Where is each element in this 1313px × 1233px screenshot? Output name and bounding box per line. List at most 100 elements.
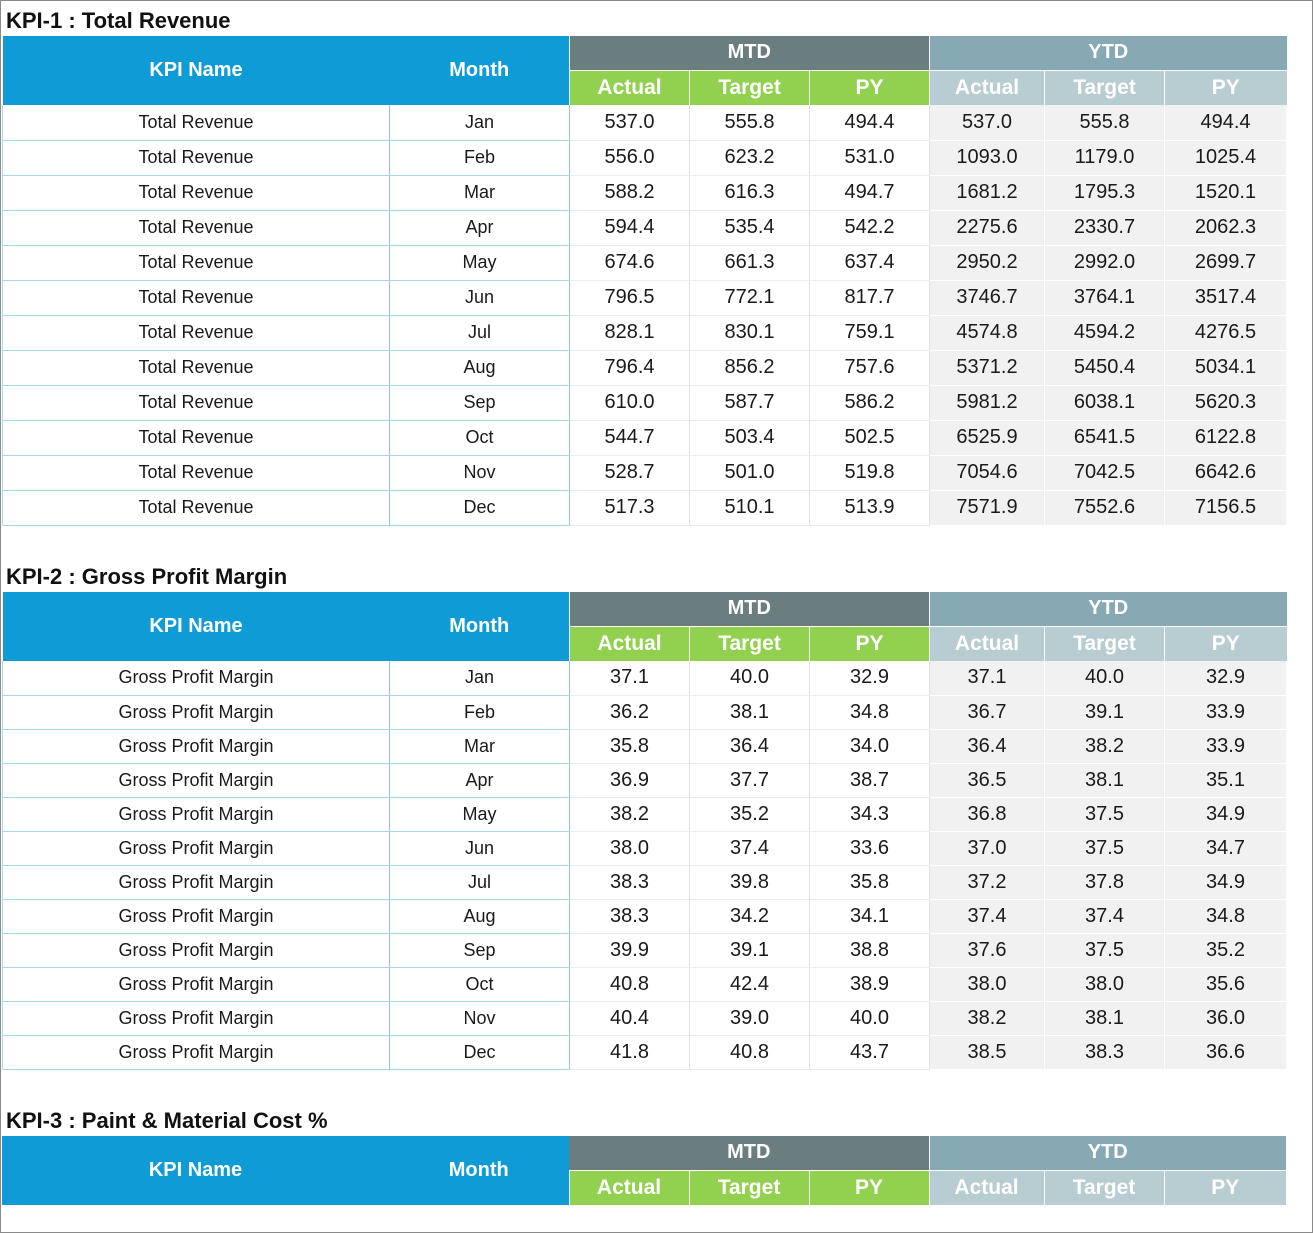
kpi1-title: KPI-1 : Total Revenue bbox=[6, 8, 231, 33]
ytd-actual-header: Actual bbox=[928, 1170, 1044, 1205]
ytd-target-cell: 38.1 bbox=[1044, 763, 1165, 798]
kpi-name-cell: Gross Profit Margin bbox=[2, 797, 390, 832]
mtd-target-cell: 772.1 bbox=[689, 280, 810, 316]
mtd-py-cell: 502.5 bbox=[809, 420, 930, 456]
ytd-py-cell: 2062.3 bbox=[1164, 210, 1287, 246]
ytd-py-cell: 34.8 bbox=[1164, 899, 1287, 934]
mtd-target-cell: 37.4 bbox=[689, 831, 810, 866]
ytd-target-cell: 39.1 bbox=[1044, 695, 1165, 730]
ytd-actual-cell: 36.4 bbox=[929, 729, 1045, 764]
ytd-actual-header: Actual bbox=[929, 626, 1045, 661]
month-cell: Feb bbox=[389, 695, 570, 730]
kpi-name-cell: Total Revenue bbox=[2, 315, 390, 351]
ytd-actual-cell: 4574.8 bbox=[929, 315, 1045, 351]
mtd-py-cell: 542.2 bbox=[809, 210, 930, 246]
mtd-actual-cell: 796.5 bbox=[569, 280, 690, 316]
mtd-py-header: PY bbox=[809, 70, 930, 105]
mtd-actual-cell: 828.1 bbox=[569, 315, 690, 351]
month-cell: Jan bbox=[389, 105, 570, 141]
ytd-py-cell: 34.7 bbox=[1164, 831, 1287, 866]
kpi-name-cell: Total Revenue bbox=[2, 420, 390, 456]
month-cell: Nov bbox=[389, 455, 570, 491]
ytd-py-cell: 36.6 bbox=[1164, 1035, 1287, 1070]
table-row: Gross Profit Margin Mar 35.8 36.4 34.0 36.4 38… bbox=[2, 729, 1287, 764]
kpi2-table: KPI Name Month MTD YTD Actual Target PY … bbox=[2, 592, 1287, 1070]
mtd-actual-header: Actual bbox=[569, 626, 690, 661]
ytd-header: YTD bbox=[929, 36, 1287, 71]
ytd-target-cell: 555.8 bbox=[1044, 105, 1165, 141]
kpi-name-cell: Gross Profit Margin bbox=[2, 831, 390, 866]
mtd-actual-cell: 588.2 bbox=[569, 175, 690, 211]
ytd-actual-cell: 38.5 bbox=[929, 1035, 1045, 1070]
mtd-actual-cell: 40.4 bbox=[569, 1001, 690, 1036]
table-row: Total Revenue Oct 544.7 503.4 502.5 6525.9 654… bbox=[2, 420, 1287, 456]
kpi-name-cell: Total Revenue bbox=[2, 210, 390, 246]
mtd-target-cell: 40.0 bbox=[689, 661, 810, 696]
ytd-target-cell: 38.2 bbox=[1044, 729, 1165, 764]
month-cell: May bbox=[389, 797, 570, 832]
ytd-target-cell: 5450.4 bbox=[1044, 350, 1165, 386]
ytd-py-cell: 6122.8 bbox=[1164, 420, 1287, 456]
kpi-name-cell: Total Revenue bbox=[2, 490, 390, 526]
kpi-name-header: KPI Name bbox=[2, 36, 390, 105]
ytd-py-cell: 35.2 bbox=[1164, 933, 1287, 968]
ytd-actual-cell: 537.0 bbox=[929, 105, 1045, 141]
table-row: Total Revenue Apr 594.4 535.4 542.2 2275.6 233… bbox=[2, 210, 1287, 246]
kpi-name-cell: Total Revenue bbox=[2, 245, 390, 281]
table-row: Total Revenue Mar 588.2 616.3 494.7 1681.2 179… bbox=[2, 175, 1287, 211]
mtd-target-cell: 856.2 bbox=[689, 350, 810, 386]
mtd-actual-cell: 36.9 bbox=[569, 763, 690, 798]
table-row: Total Revenue May 674.6 661.3 637.4 2950.2 299… bbox=[2, 245, 1287, 281]
kpi-name-cell: Gross Profit Margin bbox=[2, 1035, 390, 1070]
kpi2-section: KPI-2 : Gross Profit Margin KPI Name Mon… bbox=[2, 558, 1287, 1070]
mtd-py-cell: 38.7 bbox=[809, 763, 930, 798]
kpi-name-cell: Total Revenue bbox=[2, 280, 390, 316]
mtd-target-cell: 616.3 bbox=[689, 175, 810, 211]
table-row: Total Revenue Nov 528.7 501.0 519.8 7054.6 704… bbox=[2, 455, 1287, 491]
kpi-name-cell: Gross Profit Margin bbox=[2, 763, 390, 798]
kpi-name-cell: Total Revenue bbox=[2, 175, 390, 211]
ytd-actual-cell: 5981.2 bbox=[929, 385, 1045, 421]
table-row: Total Revenue Jun 796.5 772.1 817.7 3746.7 376… bbox=[2, 280, 1287, 316]
ytd-target-cell: 37.5 bbox=[1044, 933, 1165, 968]
mtd-actual-cell: 674.6 bbox=[569, 245, 690, 281]
month-cell: Jun bbox=[389, 280, 570, 316]
mtd-py-cell: 759.1 bbox=[809, 315, 930, 351]
table-row: Total Revenue Dec 517.3 510.1 513.9 7571.9 755… bbox=[2, 490, 1287, 526]
ytd-target-cell: 2992.0 bbox=[1044, 245, 1165, 281]
month-cell: Sep bbox=[389, 385, 570, 421]
mtd-header: MTD bbox=[569, 36, 930, 71]
mtd-py-cell: 38.8 bbox=[809, 933, 930, 968]
ytd-py-cell: 6642.6 bbox=[1164, 455, 1287, 491]
kpi-name-cell: Total Revenue bbox=[2, 385, 390, 421]
ytd-target-cell: 2330.7 bbox=[1044, 210, 1165, 246]
mtd-actual-header: Actual bbox=[568, 1170, 689, 1205]
table-row: Gross Profit Margin Feb 36.2 38.1 34.8 36.7 39… bbox=[2, 695, 1287, 730]
mtd-target-header: Target bbox=[689, 626, 810, 661]
kpi3-table: KPI Name Month MTD YTD Actual Target PY … bbox=[2, 1136, 1286, 1205]
mtd-actual-cell: 528.7 bbox=[569, 455, 690, 491]
ytd-target-cell: 40.0 bbox=[1044, 661, 1165, 696]
kpi1-table: KPI Name Month MTD YTD Actual Target PY … bbox=[2, 36, 1287, 526]
month-cell: May bbox=[389, 245, 570, 281]
mtd-actual-cell: 39.9 bbox=[569, 933, 690, 968]
mtd-py-cell: 513.9 bbox=[809, 490, 930, 526]
kpi1-section: KPI-1 : Total Revenue KPI Name Month MTD… bbox=[2, 2, 1287, 526]
ytd-actual-cell: 3746.7 bbox=[929, 280, 1045, 316]
mtd-target-cell: 661.3 bbox=[689, 245, 810, 281]
mtd-py-cell: 43.7 bbox=[809, 1035, 930, 1070]
month-header: Month bbox=[389, 36, 570, 105]
ytd-target-header: Target bbox=[1043, 1170, 1164, 1205]
ytd-target-cell: 37.5 bbox=[1044, 797, 1165, 832]
table-row: Total Revenue Aug 796.4 856.2 757.6 5371.2 545… bbox=[2, 350, 1287, 386]
mtd-actual-cell: 517.3 bbox=[569, 490, 690, 526]
ytd-py-cell: 35.1 bbox=[1164, 763, 1287, 798]
ytd-target-cell: 4594.2 bbox=[1044, 315, 1165, 351]
table-row: Gross Profit Margin Apr 36.9 37.7 38.7 36.5 38… bbox=[2, 763, 1287, 798]
mtd-target-cell: 36.4 bbox=[689, 729, 810, 764]
kpi-name-cell: Gross Profit Margin bbox=[2, 865, 390, 900]
table-row: Gross Profit Margin Sep 39.9 39.1 38.8 37.6 37… bbox=[2, 933, 1287, 968]
mtd-target-cell: 503.4 bbox=[689, 420, 810, 456]
ytd-py-cell: 2699.7 bbox=[1164, 245, 1287, 281]
ytd-target-cell: 37.5 bbox=[1044, 831, 1165, 866]
